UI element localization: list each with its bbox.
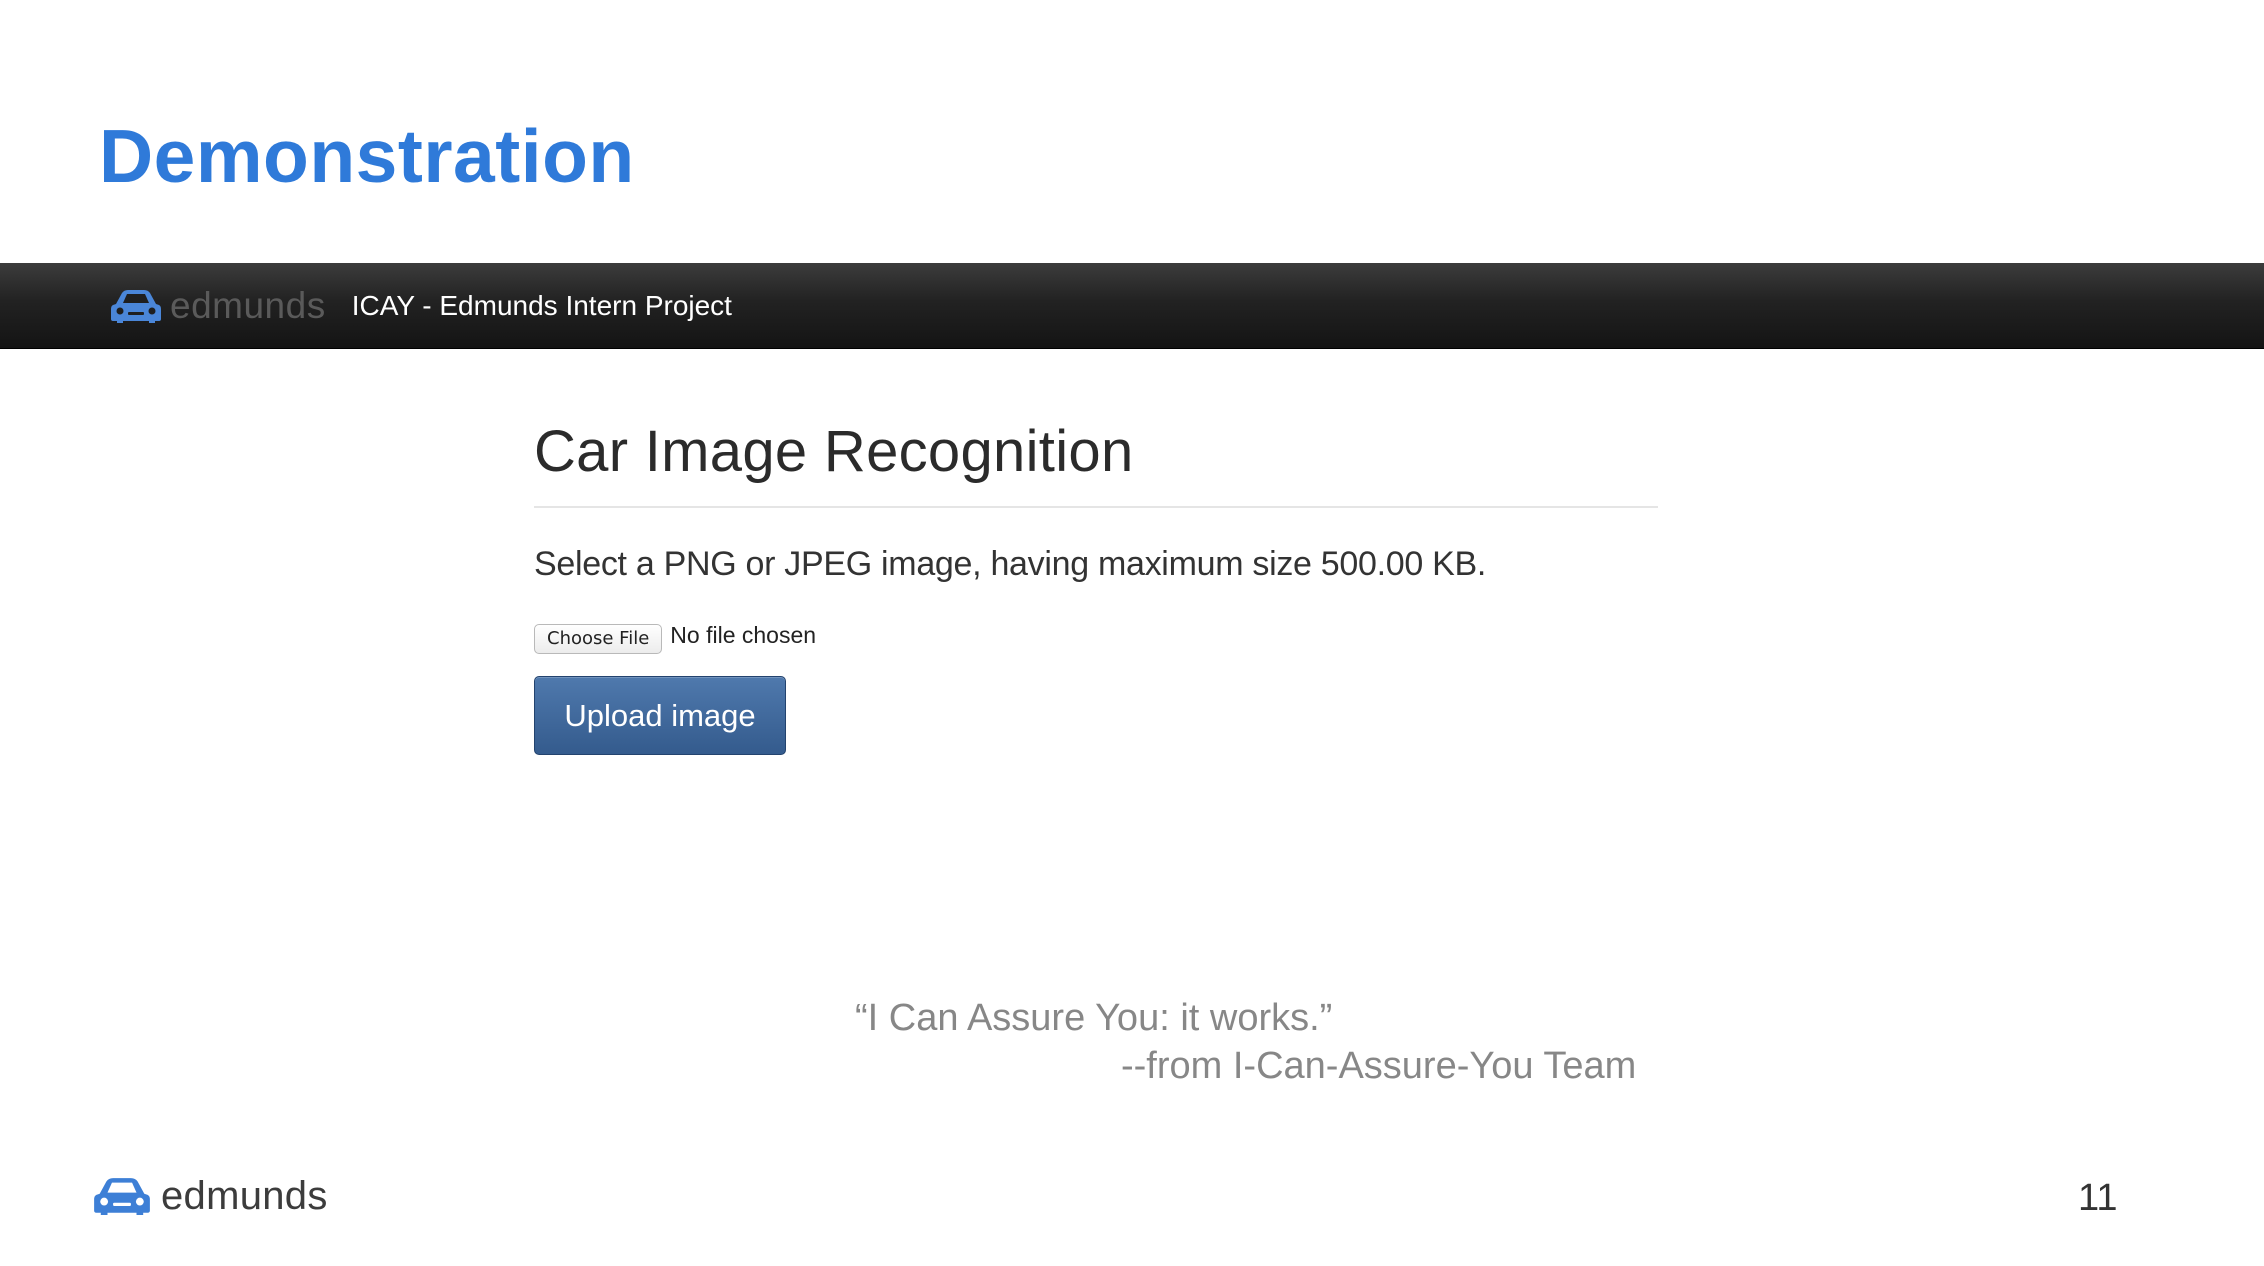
quote-attribution: --from I-Can-Assure-You Team	[1121, 1045, 1637, 1087]
upload-image-button[interactable]: Upload image	[534, 676, 786, 755]
slide: Demonstration edmunds ICAY - Edmunds Int…	[0, 0, 2264, 1266]
car-icon	[94, 1178, 150, 1215]
slide-title: Demonstration	[99, 114, 635, 198]
footer-brand-label: edmunds	[161, 1174, 328, 1218]
app-navbar: edmunds ICAY - Edmunds Intern Project	[0, 263, 2264, 349]
heading-divider	[534, 506, 1658, 508]
quote-text: “I Can Assure You: it works.”	[855, 997, 1333, 1039]
file-input: Choose File No file chosen	[534, 616, 1658, 654]
navbar-project-title[interactable]: ICAY - Edmunds Intern Project	[352, 286, 732, 326]
footer-logo: edmunds	[93, 1172, 328, 1220]
app-content: Car Image Recognition Select a PNG or JP…	[534, 400, 1658, 755]
upload-instructions: Select a PNG or JPEG image, having maxim…	[534, 545, 1487, 583]
navbar-brand-label: edmunds	[170, 284, 326, 326]
page-number: 11	[2078, 1177, 2118, 1219]
choose-file-button[interactable]: Choose File	[534, 624, 663, 654]
page-heading: Car Image Recognition	[534, 419, 1134, 484]
file-status-text: No file chosen	[670, 622, 817, 648]
navbar-brand[interactable]: edmunds	[110, 284, 326, 326]
car-icon	[111, 289, 161, 323]
